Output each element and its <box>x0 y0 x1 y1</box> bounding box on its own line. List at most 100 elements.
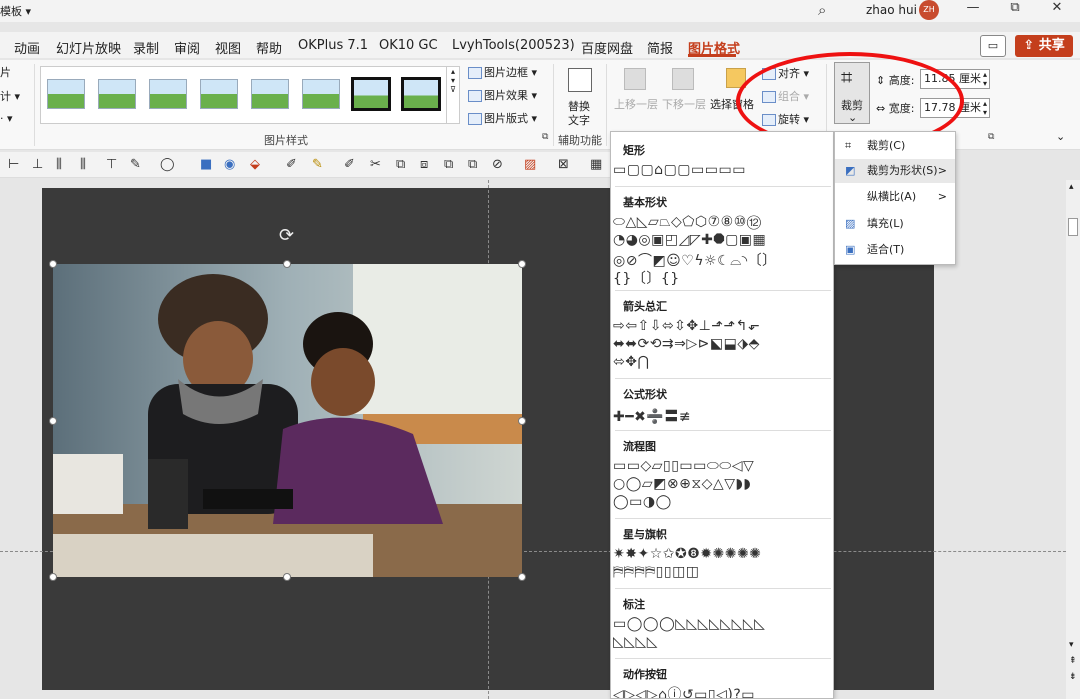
tab-review[interactable]: 审阅 <box>174 38 200 57</box>
styles-dialog-launcher[interactable]: ⧉ <box>542 132 548 142</box>
gallery-scroll[interactable]: ▴ ▾ ⊽ <box>446 66 460 124</box>
shape-row[interactable]: ⇨⇦⇧⇩⬄⇳✥⊥⬏⬏↰⬐ <box>613 318 760 334</box>
picture-effects-button[interactable]: 图片效果 ▾ <box>468 87 537 103</box>
shape-row[interactable]: ◯▭◑◯ <box>613 494 672 510</box>
resize-handle-b[interactable] <box>283 573 291 581</box>
menu-item-fill[interactable]: ▨ 填充(L) <box>835 212 955 236</box>
user-name[interactable]: zhao hui <box>866 3 917 17</box>
tab-record[interactable]: 录制 <box>133 38 159 57</box>
height-spinner-icon[interactable]: ▴ ▾ <box>983 70 987 88</box>
avatar[interactable]: ZH <box>919 0 939 20</box>
shape-row[interactable]: ○◯▱◩⊗⊕⧖◇△▽◗◗ <box>613 476 751 492</box>
format-painter-icon[interactable]: ✂ <box>370 157 381 172</box>
tab-ok10gc[interactable]: OK10 GC <box>379 38 438 53</box>
paint-bucket-icon[interactable]: ⬙ <box>250 157 260 172</box>
picture-layout-button[interactable]: 图片版式 ▾ <box>468 110 537 126</box>
menu-item-fit[interactable]: ▣ 适合(T) <box>835 238 955 262</box>
resize-handle-br[interactable] <box>518 573 526 581</box>
table-icon[interactable]: ▦ <box>590 157 602 172</box>
arrange-icon[interactable]: ⧉ <box>444 157 453 172</box>
shape-row[interactable]: ▭◯◯◯◺◺◺◺◺◺◺◺ <box>613 616 765 632</box>
shape-row[interactable]: ◺◺◺◺ <box>613 634 658 650</box>
highlight-icon[interactable]: ✎ <box>312 157 323 172</box>
scroll-thumb[interactable] <box>1068 218 1078 236</box>
shape-row[interactable]: {}〔〕{} <box>613 268 680 288</box>
resize-handle-l[interactable] <box>49 417 57 425</box>
search-icon[interactable]: ⌕ <box>818 1 826 19</box>
comment-icon[interactable]: ▭ <box>980 35 1006 57</box>
tab-slideshow[interactable]: 幻灯片放映 <box>56 38 121 57</box>
tab-okplus[interactable]: OKPlus 7.1 <box>298 38 368 53</box>
layer-icon[interactable]: ⧉ <box>468 157 477 172</box>
merge-icon[interactable]: ⊘ <box>492 157 503 172</box>
style-thumb-5[interactable] <box>251 79 289 109</box>
restore-button[interactable]: ⧉ <box>1000 0 1030 15</box>
resize-handle-r[interactable] <box>518 417 526 425</box>
tab-animations[interactable]: 动画 <box>14 38 40 57</box>
tab-baidu-netdisk[interactable]: 百度网盘 <box>581 38 633 57</box>
scroll-next-icon[interactable]: ⇟ <box>1069 672 1077 682</box>
shape-row[interactable]: ⬄✥⋂ <box>613 354 649 370</box>
pen-icon[interactable]: ✎ <box>130 157 141 172</box>
style-thumb-2[interactable] <box>98 79 136 109</box>
shape-row[interactable]: ⬭△◺▱⏢◇⬠⬡⑦⑧⑩⑫ <box>613 214 762 230</box>
pen2-icon[interactable]: ✐ <box>344 157 355 172</box>
rotate-handle-icon[interactable]: ⟳ <box>279 225 294 246</box>
style-thumb-8[interactable] <box>401 77 441 111</box>
selected-photo[interactable] <box>53 264 522 577</box>
menu-item-crop-to-shape[interactable]: ◩ 裁剪为形状(S) > <box>835 159 955 183</box>
style-thumb-1[interactable] <box>47 79 85 109</box>
bring-forward-button[interactable]: 上移一层 <box>614 66 662 126</box>
circle-fill-icon[interactable]: ◉ <box>224 157 235 172</box>
shape-row[interactable]: ⬌⬌⟳⟲⇉⇒▷⊳⬕⬓⬗⬘ <box>613 336 760 352</box>
shape-row[interactable]: ✚━✖➗〓≢ <box>613 406 691 426</box>
style-thumb-6[interactable] <box>302 79 340 109</box>
ribbon-partial-2[interactable]: 计 ▾ <box>0 88 20 104</box>
ribbon-partial-1[interactable]: 片 <box>0 64 11 80</box>
send-backward-button[interactable]: 下移一层 <box>662 66 710 126</box>
scroll-prev-icon[interactable]: ⇞ <box>1069 656 1077 666</box>
align-left-icon[interactable]: ⊢ <box>8 157 19 172</box>
shape-row[interactable]: ▭▭◇▱▯▯▭▭⬭⬭◁▽ <box>613 458 754 474</box>
color-icon[interactable]: ▨ <box>524 157 536 172</box>
menu-item-crop[interactable]: ⌗ 裁剪(C) <box>835 134 955 158</box>
collapse-ribbon-icon[interactable]: ⌄ <box>1056 130 1065 143</box>
scroll-down-icon[interactable]: ▾ <box>1069 640 1074 650</box>
group-icon-tb[interactable]: ⧉ <box>396 157 405 172</box>
resize-handle-t[interactable] <box>283 260 291 268</box>
document-title[interactable]: 模板 ▾ <box>0 3 31 19</box>
shape-row[interactable]: ◁▷◁▷⌂ⓘ↺▭▯◁)?▭ <box>613 684 755 698</box>
tab-briefing[interactable]: 简报 <box>647 38 673 57</box>
style-thumb-7[interactable] <box>351 77 391 111</box>
distribute-icon[interactable]: ⫼ <box>56 157 62 172</box>
ungroup-icon[interactable]: ⧈ <box>420 157 428 172</box>
shape-row[interactable]: ◔◕◎▣◰◿◸✚⯃▢▣▦ <box>613 232 766 248</box>
eyedropper-icon[interactable]: ✐ <box>286 157 297 172</box>
shape-row[interactable]: ◎⊘⌒◩☺♡ϟ☼☾⌓◝〔〕 <box>613 250 777 270</box>
align-middle-icon[interactable]: ⊤ <box>106 157 117 172</box>
tab-help[interactable]: 帮助 <box>256 38 282 57</box>
resize-handle-tr[interactable] <box>518 260 526 268</box>
shape-outline-icon[interactable]: ◯ <box>160 157 175 172</box>
close-button[interactable]: ✕ <box>1042 0 1072 15</box>
style-thumb-4[interactable] <box>200 79 238 109</box>
style-thumb-3[interactable] <box>149 79 187 109</box>
shape-row[interactable]: ▭▢▢⌂▢▢▭▭▭▭ <box>613 162 746 178</box>
tab-view[interactable]: 视图 <box>215 38 241 57</box>
textbox-icon[interactable]: ⊠ <box>558 157 569 172</box>
share-button[interactable]: ⇪ 共享 <box>1015 35 1073 57</box>
picture-border-button[interactable]: 图片边框 ▾ <box>468 64 537 80</box>
shape-row[interactable]: ✷✸✦☆✩✪❽✹✺✺✺✺ <box>613 546 761 562</box>
menu-item-aspect-ratio[interactable]: 纵横比(A) > <box>835 185 955 209</box>
fill-square-icon[interactable]: ■ <box>200 157 212 172</box>
tab-lvyhtools[interactable]: LvyhTools(200523) <box>452 38 575 53</box>
alt-text-button[interactable]: 替换 文字 <box>562 66 598 127</box>
ribbon-partial-3[interactable]: · ▾ <box>0 112 13 125</box>
align-center-icon[interactable]: ⊥ <box>32 157 43 172</box>
resize-handle-tl[interactable] <box>49 260 57 268</box>
minimize-button[interactable]: — <box>958 0 988 15</box>
distribute-h-icon[interactable]: ⫼ <box>80 157 86 172</box>
resize-handle-bl[interactable] <box>49 573 57 581</box>
size-dialog-launcher[interactable]: ⧉ <box>988 132 994 142</box>
shape-row[interactable]: ⛿⛿⛿⛿▯▯◫◫ <box>613 564 700 580</box>
